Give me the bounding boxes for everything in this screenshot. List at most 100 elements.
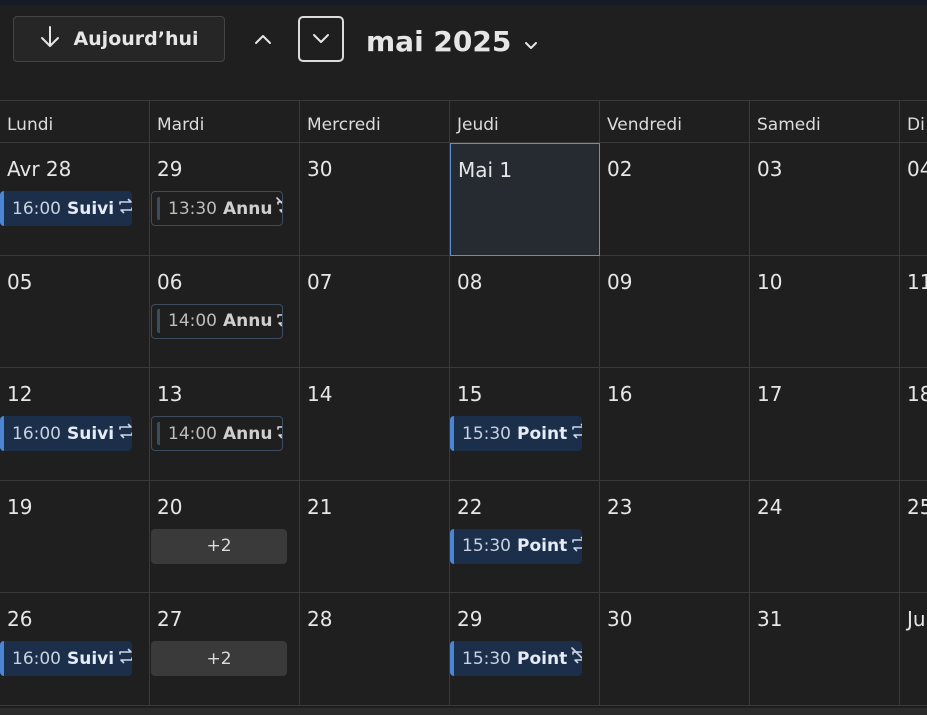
day-cell[interactable]: 29 13:30 Annu <box>150 143 300 256</box>
calendar-event[interactable]: 14:00 Annu <box>151 303 283 339</box>
day-cell[interactable]: 05 <box>0 255 150 368</box>
calendar-event[interactable]: 16:00 Suivi <box>0 416 132 451</box>
day-number: 09 <box>607 269 633 294</box>
calendar-event[interactable]: 16:00 Suivi <box>0 641 132 676</box>
day-cell[interactable]: Ju <box>900 593 927 706</box>
event-title: Annu <box>223 198 273 219</box>
day-cell[interactable]: 24 <box>750 480 900 593</box>
day-cell[interactable]: 20 +2 <box>150 480 300 593</box>
day-cell[interactable]: 12 16:00 Suivi <box>0 368 150 481</box>
previous-month-button[interactable] <box>240 16 286 62</box>
weekday-header-6: Samedi <box>750 101 900 144</box>
event-time: 15:30 <box>462 423 511 444</box>
day-number: 24 <box>757 494 783 519</box>
more-events-button[interactable]: +2 <box>151 528 287 564</box>
recurring-cancelled-icon <box>272 196 282 221</box>
event-title: Suivi <box>67 423 115 444</box>
day-cell[interactable]: 22 15:30 Point <box>450 480 600 593</box>
next-month-button[interactable] <box>298 16 344 62</box>
calendar-event[interactable]: 16:00 Suivi <box>0 191 132 226</box>
event-title: Point <box>517 648 568 669</box>
recurring-icon <box>567 534 582 558</box>
event-time: 15:30 <box>462 648 511 669</box>
day-cell[interactable]: 11 <box>900 256 927 368</box>
day-number: 30 <box>307 157 333 181</box>
day-cell[interactable]: 16 <box>600 368 750 481</box>
day-cell[interactable]: 02 <box>600 143 750 256</box>
day-cell[interactable]: 03 <box>750 143 900 256</box>
day-cell[interactable]: 28 <box>300 593 450 706</box>
day-cell[interactable]: 06 14:00 Annu <box>150 255 300 368</box>
day-cell[interactable]: 21 <box>300 480 450 593</box>
event-color-bar <box>0 191 4 226</box>
day-number: 27 <box>157 607 183 631</box>
event-color-bar <box>157 309 160 333</box>
day-number: 07 <box>307 269 333 294</box>
day-cell[interactable]: Avr 28 16:00 Suivi <box>0 143 150 256</box>
day-cell[interactable]: 15 15:30 Point <box>450 368 600 481</box>
day-cell[interactable]: 19 <box>0 480 150 593</box>
day-cell[interactable]: 08 <box>450 255 600 368</box>
day-cell[interactable]: 18 <box>900 368 927 481</box>
day-number: 30 <box>607 607 633 631</box>
day-number: Avr 28 <box>7 157 72 181</box>
day-cell[interactable]: 17 <box>750 368 900 481</box>
month-title: mai 2025 <box>366 24 512 58</box>
day-cell[interactable]: 04 <box>900 143 927 256</box>
calendar-event[interactable]: 14:00 Annu <box>151 416 283 451</box>
arrow-down-icon <box>39 24 61 54</box>
day-cell[interactable]: 27 +2 <box>150 593 300 706</box>
today-button[interactable]: Aujourd’hui <box>13 16 225 62</box>
day-cell[interactable]: 10 <box>750 255 900 368</box>
weekday-header-5: Vendredi <box>600 101 750 144</box>
day-number: 17 <box>757 382 783 406</box>
day-number: 18 <box>907 382 927 406</box>
calendar-toolbar: Aujourd’hui mai 2025 <box>0 5 927 100</box>
event-time: 14:00 <box>168 311 217 331</box>
recurring-icon <box>114 647 132 670</box>
day-cell[interactable]: 13 14:00 Annu <box>150 368 300 481</box>
recurring-cancelled-icon <box>567 646 582 671</box>
calendar-event[interactable]: 15:30 Point <box>450 528 582 564</box>
day-number: 05 <box>7 269 33 294</box>
day-cell[interactable]: 30 <box>600 593 750 706</box>
recurring-icon <box>272 309 282 333</box>
event-title: Annu <box>223 423 273 444</box>
weekday-header-2: Mardi <box>150 101 300 144</box>
day-number: 03 <box>757 157 783 181</box>
day-cell[interactable]: 30 <box>300 143 450 256</box>
day-cell[interactable]: 26 16:00 Suivi <box>0 593 150 706</box>
day-number: 15 <box>457 382 483 406</box>
day-number: 11 <box>907 269 927 294</box>
day-number: 08 <box>457 269 483 294</box>
calendar-event[interactable]: 15:30 Point <box>450 641 582 676</box>
day-cell-today[interactable]: Mai 1 <box>450 143 600 256</box>
day-cell[interactable]: 25 <box>900 481 927 593</box>
event-color-bar <box>157 196 160 221</box>
recurring-icon <box>567 422 582 445</box>
day-cell[interactable]: 23 <box>600 480 750 593</box>
day-cell[interactable]: 14 <box>300 368 450 481</box>
calendar-event[interactable]: 15:30 Point <box>450 416 582 451</box>
calendar-event[interactable]: 13:30 Annu <box>151 191 283 226</box>
day-number: 10 <box>757 269 783 294</box>
day-cell[interactable]: 29 15:30 Point <box>450 593 600 706</box>
event-title: Annu <box>223 311 273 331</box>
day-number: 16 <box>607 382 633 406</box>
event-time: 16:00 <box>12 648 61 669</box>
day-cell[interactable]: 31 <box>750 593 900 706</box>
event-title: Point <box>517 536 568 556</box>
more-events-button[interactable]: +2 <box>151 641 287 676</box>
day-number: Mai 1 <box>458 158 513 182</box>
day-cell[interactable]: 09 <box>600 255 750 368</box>
day-number: 21 <box>307 494 333 519</box>
day-number: 13 <box>157 382 183 406</box>
event-color-bar <box>450 641 454 676</box>
day-cell[interactable]: 07 <box>300 255 450 368</box>
day-number: 29 <box>457 607 483 631</box>
day-number: 14 <box>307 382 333 406</box>
day-number: 12 <box>7 382 33 406</box>
month-picker[interactable]: mai 2025 <box>366 21 539 61</box>
horizontal-scrollbar[interactable] <box>0 708 927 715</box>
chevron-down-icon <box>523 25 539 58</box>
